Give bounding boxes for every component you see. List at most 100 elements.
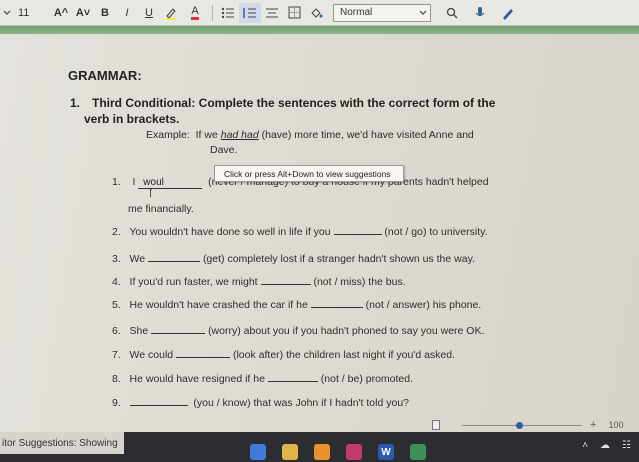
example-before: If we <box>195 129 218 141</box>
item-post: (worry) about you if you hadn't phoned t… <box>208 325 485 337</box>
word-icon[interactable]: W <box>378 444 394 460</box>
item-pre: We <box>129 253 146 265</box>
answer-field-7[interactable] <box>176 348 231 358</box>
answer-field-3[interactable] <box>148 252 201 262</box>
chevron-down-icon <box>419 10 427 15</box>
example-after: (have) more time, we'd have visited Anne… <box>261 129 474 141</box>
underline-button[interactable]: U <box>138 3 160 23</box>
item-pre: He would have resigned if he <box>129 373 265 385</box>
list-item: 7. We could (look after) the children la… <box>112 348 455 361</box>
item-number: 5. <box>112 299 121 311</box>
item-post: (you / know) that was John if I hadn't t… <box>193 397 409 409</box>
dictate-icon[interactable] <box>469 3 491 23</box>
system-tray: ˄ ☁ ☷ <box>582 440 631 451</box>
status-bar: itor Suggestions: Showing W ˄ ☁ ☷ <box>0 432 639 462</box>
answer-field-2[interactable] <box>333 225 382 235</box>
answer-field-6[interactable] <box>151 324 206 334</box>
chevron-up-icon[interactable]: ˄ <box>582 440 588 451</box>
answer-field-4[interactable] <box>260 275 311 285</box>
answer-field-8[interactable] <box>267 372 318 382</box>
item-number: 9. <box>112 397 121 409</box>
bullets-icon[interactable] <box>217 3 239 23</box>
divider <box>212 4 213 21</box>
zoom-level[interactable]: 100 <box>608 420 623 430</box>
item-post: (not / miss) the bus. <box>313 276 406 288</box>
style-dropdown[interactable]: Normal <box>333 3 431 22</box>
typed-answer: woul <box>143 177 164 188</box>
question-title-line1: Third Conditional: Complete the sentence… <box>92 96 496 110</box>
text-cursor-icon: ⌈ <box>149 188 153 198</box>
list-item: 5. He wouldn't have crashed the car if h… <box>112 298 481 311</box>
windows-icon[interactable] <box>250 444 266 460</box>
page-view-icon[interactable] <box>432 420 440 430</box>
item-pre: He wouldn't have crashed the car if he <box>129 299 308 311</box>
network-icon[interactable]: ☷ <box>622 440 631 451</box>
align-icon[interactable] <box>261 3 283 23</box>
example-line2: Dave. <box>210 144 238 156</box>
taskbar: W <box>250 442 426 462</box>
section-heading: GRAMMAR: <box>68 68 142 83</box>
style-value: Normal <box>340 7 373 18</box>
ribbon-toolbar: 11 A^ A˅ B I U A Normal <box>0 0 639 26</box>
item-number: 2. <box>112 226 121 238</box>
item-number: 1. <box>112 176 121 188</box>
zoom-slider-thumb[interactable] <box>516 421 523 429</box>
list-item: 2. You wouldn't have done so well in lif… <box>112 225 488 238</box>
item-number: 7. <box>112 349 121 361</box>
item-number: 8. <box>112 373 121 385</box>
italic-button[interactable]: I <box>116 3 138 23</box>
shading-icon[interactable] <box>305 3 327 23</box>
list-item: 3. We (get) completely lost if a strange… <box>112 252 475 265</box>
onedrive-icon[interactable]: ☁ <box>600 440 610 451</box>
file-explorer-icon[interactable] <box>282 444 298 460</box>
item-pre: We could <box>129 349 174 361</box>
item-pre: You wouldn't have done so well in life i… <box>129 226 331 238</box>
item-pre: If you'd run faster, we might <box>129 276 258 288</box>
app-icon[interactable] <box>410 444 426 460</box>
grow-font-button[interactable]: A^ <box>50 3 72 23</box>
item-post: (not / be) promoted. <box>320 373 414 385</box>
list-item: 6. She (worry) about you if you hadn't p… <box>112 324 484 337</box>
editor-suggestions-status[interactable]: itor Suggestions: Showing <box>0 432 124 454</box>
title-band <box>0 26 639 34</box>
answer-field-5[interactable] <box>310 298 363 308</box>
example-label: Example: <box>146 129 190 141</box>
zoom-control: + 100 <box>432 418 639 432</box>
list-item-continuation: me financially. <box>128 203 194 215</box>
item-pre: I <box>132 176 136 188</box>
item-post: (not / go) to university. <box>384 226 488 238</box>
borders-icon[interactable] <box>283 3 305 23</box>
question-title: 1. Third Conditional: Complete the senten… <box>70 95 510 127</box>
item-post: (get) completely lost if a stranger hadn… <box>202 253 475 265</box>
shrink-font-button[interactable]: A˅ <box>72 3 94 23</box>
example-block: Example: If we had had (have) more time,… <box>146 128 506 158</box>
font-color-letter: A <box>191 5 199 20</box>
item-pre: She <box>129 325 149 337</box>
item-post: (look after) the children last night if … <box>232 349 456 361</box>
item-number: 6. <box>112 325 121 337</box>
highlighter-icon[interactable] <box>160 3 182 23</box>
item-post: (not / answer) his phone. <box>365 299 482 311</box>
chevron-down-icon[interactable] <box>0 3 14 23</box>
item-number: 3. <box>112 253 121 265</box>
app-icon[interactable] <box>314 444 330 460</box>
list-item: 4. If you'd run faster, we might (not / … <box>112 275 406 288</box>
document-page[interactable]: GRAMMAR: 1. Third Conditional: Complete t… <box>0 34 639 432</box>
font-color-button[interactable]: A <box>182 3 208 23</box>
suggestion-tooltip[interactable]: Click or press Alt+Down to view suggesti… <box>214 165 404 182</box>
zoom-slider[interactable] <box>462 421 582 429</box>
answer-field-1[interactable]: woul ⌈ <box>138 177 203 198</box>
question-number: 1. <box>70 96 81 110</box>
list-item: 9. (you / know) that was John if I hadn'… <box>112 396 409 409</box>
answer-field-9[interactable] <box>129 396 188 406</box>
zoom-in-button[interactable]: + <box>590 419 596 431</box>
font-size-box[interactable]: 11 <box>14 3 50 23</box>
editor-icon[interactable] <box>497 3 519 23</box>
numbering-icon[interactable] <box>239 2 261 23</box>
mail-icon[interactable] <box>346 444 362 460</box>
list-item: 8. He would have resigned if he (not / b… <box>112 372 413 385</box>
example-answer: had had <box>220 129 259 141</box>
item-number: 4. <box>112 276 121 288</box>
search-icon[interactable] <box>441 3 463 23</box>
bold-button[interactable]: B <box>94 3 116 23</box>
